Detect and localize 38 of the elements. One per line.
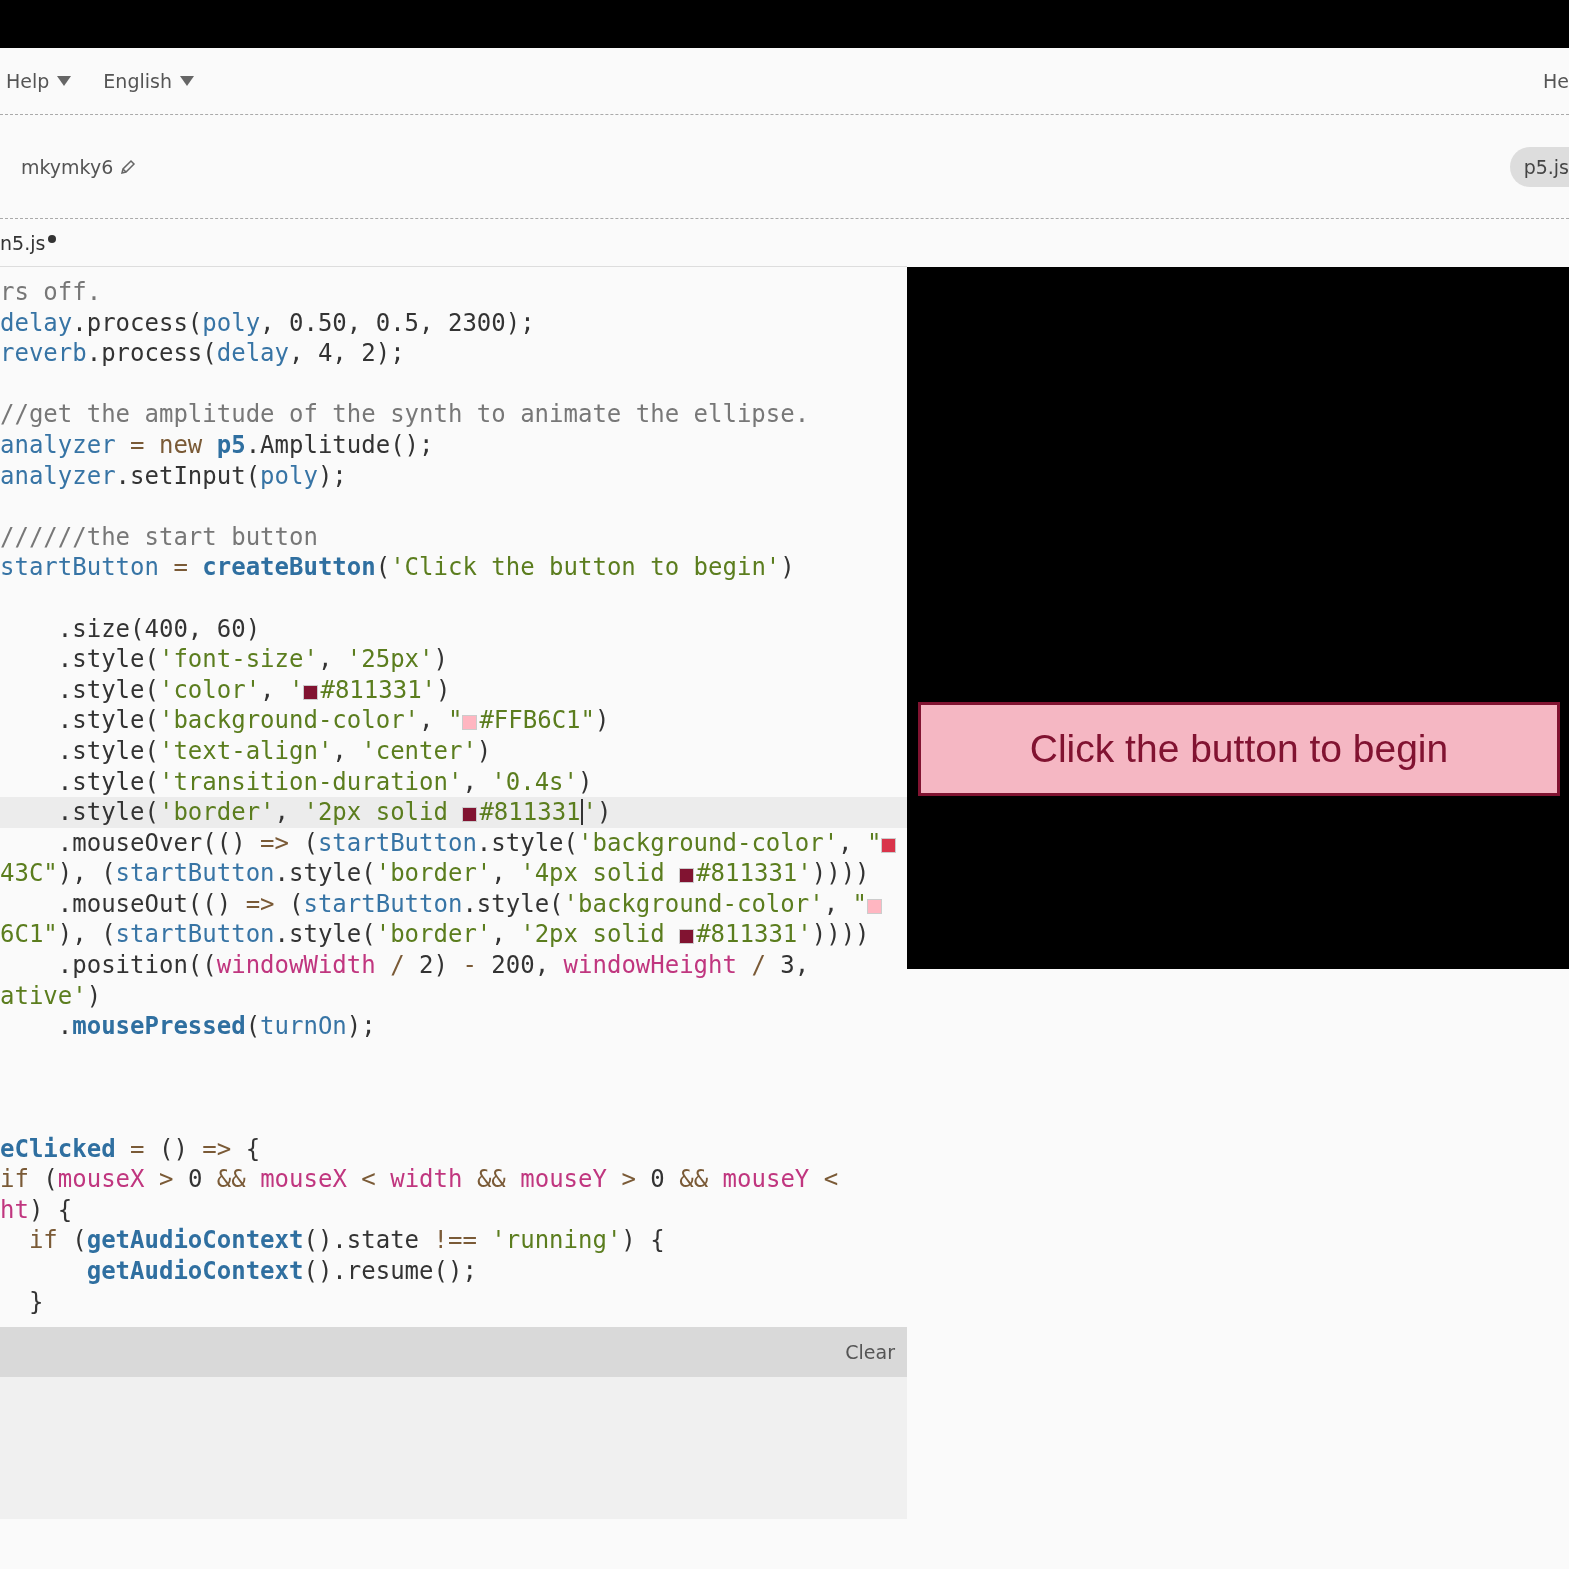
code-line: .mouseOver(() => (startButton.style('background-color', " bbox=[0, 827, 907, 859]
code-line: if (getAudioContext().state !== 'running') { bbox=[27, 1225, 666, 1256]
code-line: .mousePressed(turnOn); bbox=[56, 1011, 377, 1042]
code-line: getAudioContext().resume(); bbox=[85, 1256, 478, 1287]
code-line: rs off. bbox=[0, 277, 103, 308]
caret-icon bbox=[57, 76, 72, 86]
menu-dropdown[interactable]: Help bbox=[6, 70, 72, 92]
code-line: analyzer.setInput(poly); bbox=[0, 460, 348, 492]
code-line: analyzer = new p5.Amplitude(); bbox=[0, 429, 435, 461]
code-line: reverb.process(delay, 4, 2); bbox=[0, 338, 406, 369]
start-button[interactable]: Click the button to begin bbox=[918, 702, 1560, 796]
code-line: 43C"), (startButton.style('border', '4px solid #811331')))) bbox=[0, 858, 871, 889]
code-line: delay.process(poly, 0.50, 0.5, 2300); bbox=[0, 307, 536, 339]
code-line: .size(400, 60) bbox=[56, 613, 262, 645]
code-line: .style('transition-duration', '0.4s') bbox=[56, 766, 594, 798]
code-line: } bbox=[27, 1286, 45, 1318]
file-tab[interactable]: n5.js bbox=[0, 231, 46, 254]
pencil-icon[interactable] bbox=[119, 157, 138, 176]
code-line: .style('font-size', '25px') bbox=[56, 644, 449, 675]
code-line: eClicked = () => { bbox=[0, 1133, 262, 1165]
code-line: startButton = createButton('Click the button to begin') bbox=[0, 552, 796, 583]
menu-dropdown[interactable]: English bbox=[103, 70, 194, 92]
code-line: 6C1"), (startButton.style('border', '2px solid #811331')))) bbox=[0, 919, 871, 951]
code-line: ht) { bbox=[0, 1194, 74, 1226]
code-line: .style('background-color', " #FFB6C1") bbox=[56, 705, 611, 736]
code-line: .mouseOut(() => (startButton.style('background-color', " bbox=[0, 888, 907, 920]
clear-button[interactable]: Clear bbox=[845, 1341, 895, 1363]
code-line: .style('color', ' #811331') bbox=[56, 674, 452, 706]
code-line: .style('text-align', 'center') bbox=[56, 735, 493, 767]
version-pill[interactable]: p5.js bbox=[1509, 146, 1569, 187]
caret-icon bbox=[179, 76, 194, 86]
code-line: .position((windowWidth / 2) - 200, windowHeight / 3, bbox=[56, 950, 811, 981]
code-line: //////the start button bbox=[0, 521, 319, 553]
code-line: ative') bbox=[0, 980, 103, 1012]
project-name[interactable]: mkymky6 bbox=[21, 155, 114, 178]
code-line: if (mouseX > 0 && mouseX < width && mouseY > 0 && mouseY < bbox=[0, 1164, 840, 1195]
code-line: //get the amplitude of the synth to animate the ellipse. bbox=[0, 399, 811, 430]
menu-item[interactable]: He bbox=[1543, 70, 1569, 92]
